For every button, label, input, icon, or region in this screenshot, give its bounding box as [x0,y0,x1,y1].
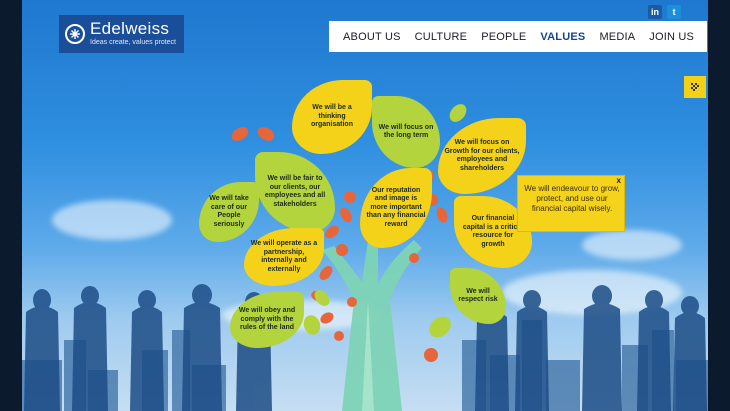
left-margin [0,0,22,411]
nav-values[interactable]: VALUES [540,31,585,43]
twitter-icon[interactable]: t [667,5,681,19]
value-people-text: We will take care of our People seriousl… [209,195,249,228]
value-detail-popup: x We will endeavour to grow, protect, an… [517,175,625,232]
nav-join-us[interactable]: JOIN US [649,31,694,43]
side-menu-tab[interactable] [684,76,706,98]
nav-culture[interactable]: CULTURE [415,31,468,43]
linkedin-icon[interactable]: in [648,5,662,19]
main-navigation: ABOUT US CULTURE PEOPLE VALUES MEDIA JOI… [329,21,707,52]
nav-about-us[interactable]: ABOUT US [343,31,401,43]
nav-people[interactable]: PEOPLE [481,31,526,43]
value-rules-text: We will obey and comply with the rules o… [238,307,296,332]
value-thinking-text: We will be a thinking organisation [310,104,353,129]
brand-name: Edelweiss [90,19,170,38]
edelweiss-flower-icon [65,24,85,44]
brand-logo[interactable]: Edelweiss Ideas create, values protect [59,15,184,53]
page: We will be a thinking organisation We wi… [0,0,730,411]
value-long-term-text: We will focus on the long term [378,123,434,140]
grid-dots-icon [691,83,699,91]
value-risk-text: We will respect risk [458,287,498,304]
brand-tagline: Ideas create, values protect [90,39,176,46]
right-margin [708,0,730,411]
nav-media[interactable]: MEDIA [599,31,635,43]
value-growth-text: We will focus on Growth for our clients,… [444,139,520,172]
popup-text: We will endeavour to grow, protect, and … [524,184,620,213]
value-fair-text: We will be fair to our clients, our empl… [264,175,326,208]
value-reputation-text: Our reputation and image is more importa… [366,186,426,228]
value-partnership-text: We will operate as a partnership, intern… [250,240,318,273]
